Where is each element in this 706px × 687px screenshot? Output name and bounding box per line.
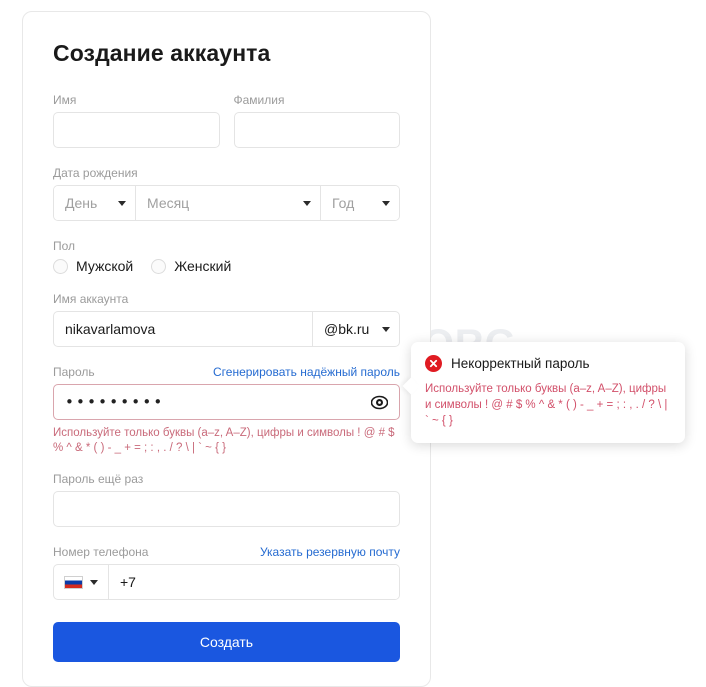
password-label: Пароль <box>53 365 95 379</box>
birth-month-select[interactable]: Месяц <box>136 186 321 220</box>
gender-label: Пол <box>53 239 76 253</box>
phone-group <box>53 564 400 600</box>
password-input[interactable] <box>53 384 400 420</box>
gender-radio-male[interactable]: Мужской <box>53 258 133 274</box>
chevron-down-icon <box>118 200 126 206</box>
first-name-label: Имя <box>53 93 77 107</box>
name-row: Имя Фамилия <box>53 93 400 148</box>
page-title: Создание аккаунта <box>53 40 271 66</box>
phone-country-select[interactable] <box>54 565 109 599</box>
registration-card: Создание аккаунта Имя Фамилия Дата рожде… <box>22 11 431 687</box>
error-circle-icon <box>425 355 442 372</box>
radio-icon <box>53 258 68 274</box>
account-name-input[interactable] <box>54 312 312 346</box>
last-name-input[interactable] <box>233 112 400 148</box>
birth-year-select[interactable]: Год <box>321 186 399 220</box>
backup-email-link[interactable]: Указать резервную почту <box>260 545 400 559</box>
account-domain-select[interactable]: @bk.ru <box>312 312 399 346</box>
gender-female-label: Женский <box>174 258 232 274</box>
account-name-label: Имя аккаунта <box>53 292 129 306</box>
phone-label: Номер телефона <box>53 545 149 559</box>
birth-date-label: Дата рождения <box>53 166 138 180</box>
password-error-text: Используйте только буквы (a–z, A–Z), циф… <box>53 427 395 454</box>
birth-day-select[interactable]: День <box>54 186 136 220</box>
gender-male-label: Мужской <box>76 258 134 274</box>
tooltip-header: Некорректный пароль <box>425 355 669 372</box>
tooltip-body: Используйте только буквы (a–z, A–Z), циф… <box>425 383 668 427</box>
chevron-down-icon <box>303 200 311 206</box>
gender-group: Пол Мужской Женский <box>53 239 400 274</box>
password-repeat-label: Пароль ещё раз <box>53 472 144 486</box>
tooltip-title: Некорректный пароль <box>451 356 590 371</box>
chevron-down-icon <box>90 579 98 585</box>
birth-date-group: День Месяц Год <box>53 185 400 221</box>
chevron-down-icon <box>382 326 390 332</box>
birth-month-value: Месяц <box>147 195 190 211</box>
last-name-group: Фамилия <box>233 93 400 148</box>
phone-label-row: Номер телефона Указать резервную почту <box>53 545 400 559</box>
password-repeat-input[interactable] <box>53 491 400 527</box>
password-input-wrap: ••••••••• <box>53 384 400 420</box>
phone-input[interactable] <box>109 565 399 599</box>
birth-year-value: Год <box>332 195 355 211</box>
password-error-tooltip: Некорректный пароль Используйте только б… <box>411 342 685 443</box>
password-group: Пароль Сгенерировать надёжный пароль •••… <box>53 365 400 456</box>
page-root: KAK-SDELAT.ORG Создание аккаунта Имя Фам… <box>0 0 706 687</box>
generate-password-link[interactable]: Сгенерировать надёжный пароль <box>213 365 400 379</box>
flag-russia-icon <box>64 575 83 589</box>
chevron-down-icon <box>382 200 390 206</box>
last-name-label: Фамилия <box>233 93 285 107</box>
account-name-group: @bk.ru <box>53 311 400 347</box>
show-password-eye-icon[interactable] <box>370 394 389 411</box>
account-domain-value: @bk.ru <box>324 321 370 337</box>
gender-radios: Мужской Женский <box>53 258 400 274</box>
birth-day-value: День <box>65 195 98 211</box>
first-name-input[interactable] <box>53 112 220 148</box>
radio-icon <box>151 258 167 274</box>
first-name-group: Имя <box>53 93 220 148</box>
password-label-row: Пароль Сгенерировать надёжный пароль <box>53 365 400 379</box>
create-account-button[interactable]: Создать <box>53 622 400 662</box>
gender-radio-female[interactable]: Женский <box>151 258 231 274</box>
